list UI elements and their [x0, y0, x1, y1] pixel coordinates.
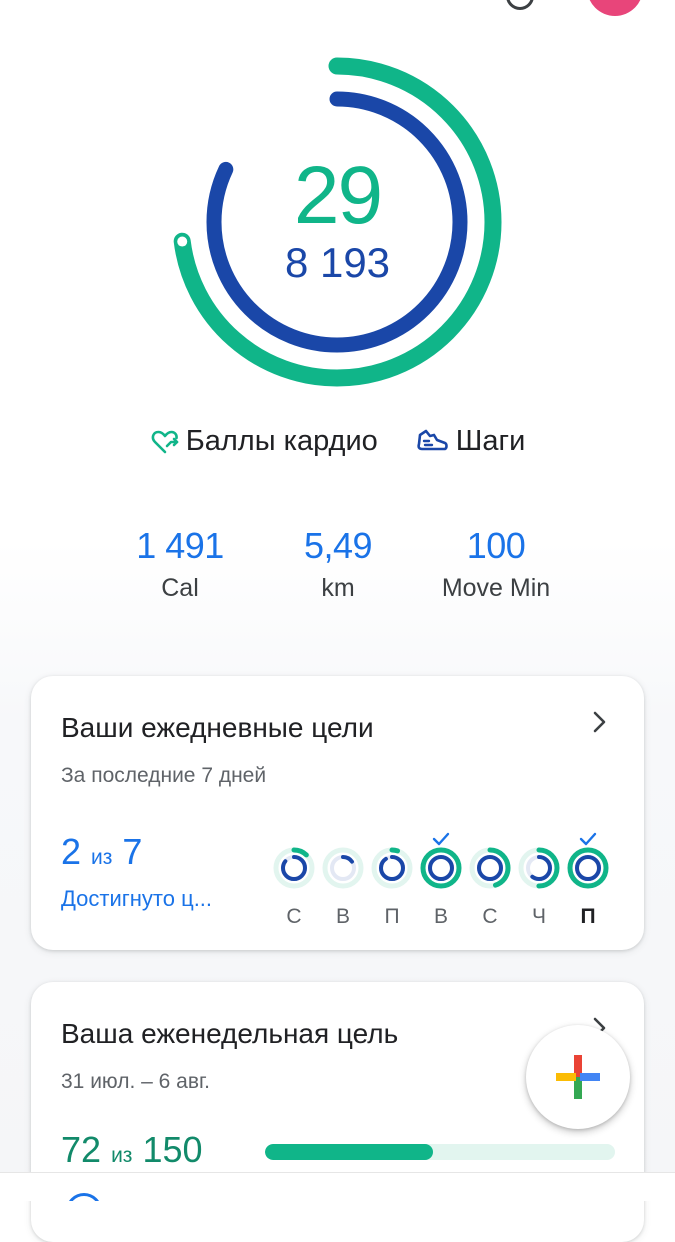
day-check-slot [319, 822, 367, 846]
legend-steps: Шаги [416, 425, 525, 458]
goals-achieved-count: 2 из 7 [61, 834, 142, 870]
add-icon [556, 1055, 600, 1099]
day-ring-item[interactable]: В [417, 822, 465, 929]
stat-label: Move Min [441, 574, 551, 603]
weekly-separator: из [111, 1144, 133, 1167]
heart-arrow-icon [151, 430, 179, 453]
check-icon [432, 832, 450, 846]
day-label: В [433, 905, 448, 928]
day-check-slot [368, 822, 416, 846]
legend-cardio-label: Баллы кардио [185, 425, 378, 457]
add-button[interactable] [526, 1025, 630, 1129]
day-ring [273, 847, 315, 889]
ring-legend: Баллы кардио Шаги [0, 425, 675, 458]
day-ring-item[interactable]: П [368, 822, 416, 929]
legend-cardio: Баллы кардио [150, 425, 378, 458]
weekly-progress-fill [265, 1144, 433, 1160]
shoe-icon [417, 429, 448, 450]
day-label: П [384, 905, 400, 928]
goals-total: 7 [122, 831, 143, 872]
day-ring-item[interactable]: В [319, 822, 367, 929]
steps-value: 8 193 [284, 239, 391, 286]
day-label: С [482, 905, 498, 928]
daily-goals-card[interactable]: Ваши ежедневные цели За последние 7 дней… [31, 676, 644, 950]
check-icon [579, 832, 597, 846]
day-ring-inner-arc [575, 855, 601, 881]
activity-ring[interactable]: 29 8 193 [0, 0, 675, 400]
daily-rings-row: СВПВСЧП [270, 822, 610, 928]
day-check-slot [270, 822, 318, 846]
day-ring-item[interactable]: С [466, 822, 514, 929]
day-ring-inner-arc [379, 855, 405, 881]
legend-steps-label: Шаги [455, 425, 526, 457]
goals-achieved-link[interactable]: Достигнуто ц... [61, 886, 212, 912]
heart-points-value: 29 [293, 150, 383, 241]
day-ring-inner-arc [477, 855, 503, 881]
day-ring-inner-arc [428, 855, 454, 881]
day-label: П [580, 905, 596, 928]
weekly-goal-count: 72 из 150 [61, 1132, 203, 1168]
goals-achieved: 2 [61, 831, 82, 872]
day-check-slot [515, 822, 563, 846]
day-ring [469, 847, 511, 889]
weekly-current: 72 [61, 1129, 102, 1170]
day-ring [420, 847, 462, 889]
weekly-progress-bar [265, 1144, 615, 1160]
day-ring [567, 847, 609, 889]
day-label: Ч [532, 905, 546, 928]
bottom-navigation [0, 1172, 675, 1201]
day-ring-inner-arc [281, 855, 307, 881]
day-ring [322, 847, 364, 889]
day-ring-item[interactable]: П [564, 822, 612, 929]
chevron-right-icon[interactable] [592, 710, 608, 734]
day-check-slot [417, 822, 465, 846]
day-ring [518, 847, 560, 889]
daily-goals-title: Ваши ежедневные цели [61, 712, 374, 743]
weekly-target: 150 [142, 1129, 203, 1170]
goals-separator: из [91, 846, 113, 869]
stat-move-minutes: 100 Move Min [396, 525, 596, 603]
day-ring-item[interactable]: Ч [515, 822, 563, 929]
daily-goals-subtitle: За последние 7 дней [61, 764, 267, 787]
day-ring-item[interactable]: С [270, 822, 318, 929]
day-ring [371, 847, 413, 889]
day-label: В [335, 905, 350, 928]
weekly-goal-subtitle: 31 июл. – 6 авг. [61, 1070, 210, 1093]
weekly-goal-title: Ваша еженедельная цель [61, 1018, 399, 1049]
day-check-slot [466, 822, 514, 846]
day-check-slot [564, 822, 612, 846]
stat-value: 100 [466, 525, 526, 566]
day-label: С [286, 905, 302, 928]
